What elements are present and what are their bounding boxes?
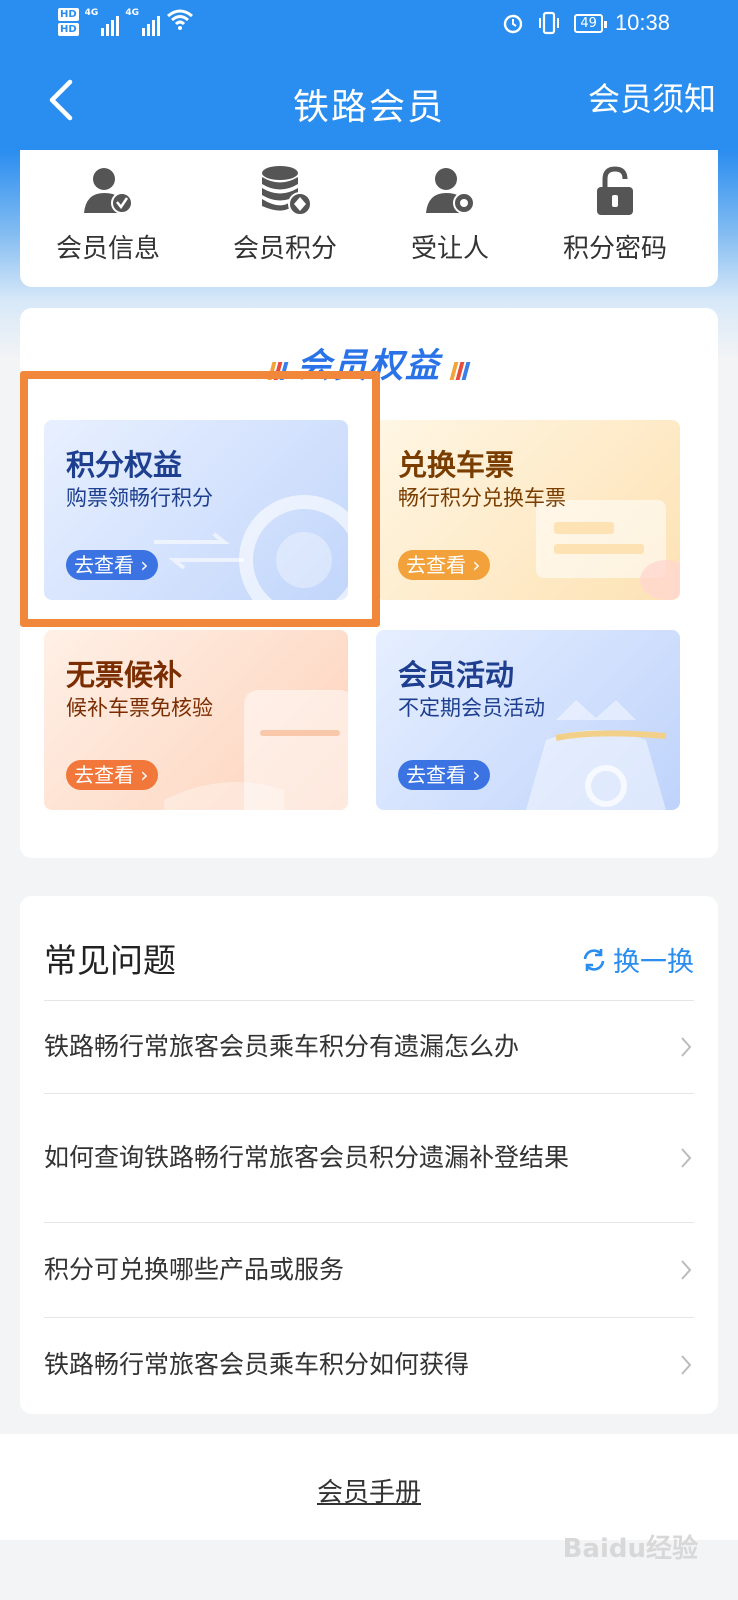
chevron-right-icon: › xyxy=(466,553,481,577)
quick-menu-assignee[interactable]: 受让人 xyxy=(370,160,530,265)
quick-menu-label: 会员信息 xyxy=(55,234,160,264)
tile-exchange-tickets[interactable]: 兑换车票 畅行积分兑换车票 去查看 › xyxy=(376,420,680,600)
quick-menu-label: 积分密码 xyxy=(562,234,667,264)
refresh-icon xyxy=(583,948,605,971)
view-button[interactable]: 去查看 › xyxy=(66,760,159,790)
member-notice-button[interactable]: 会员须知 xyxy=(588,74,716,120)
alarm-icon xyxy=(504,14,523,34)
faq-item[interactable]: 如何查询铁路畅行常旅客会员积分遗漏补登结果 xyxy=(44,1093,694,1222)
tile-waitlist[interactable]: 无票候补 候补车票免核验 去查看 › xyxy=(44,630,348,810)
quick-menu-member-info[interactable]: 会员信息 xyxy=(28,160,188,265)
quick-menu-member-points[interactable]: 会员积分 xyxy=(205,160,365,265)
view-button[interactable]: 去查看 › xyxy=(398,760,491,790)
faq-item[interactable]: 铁路畅行常旅客会员乘车积分有遗漏怎么办 xyxy=(44,1000,694,1093)
status-time: 10:38 xyxy=(614,10,670,35)
faq-item[interactable]: 积分可兑换哪些产品或服务 xyxy=(44,1222,694,1317)
watermark: Baidu经验 xyxy=(562,1534,698,1564)
tile-title: 无票候补 xyxy=(66,658,183,692)
tile-subtitle: 畅行积分兑换车票 xyxy=(398,486,566,510)
chevron-right-icon: › xyxy=(466,763,481,787)
assignee-icon xyxy=(426,168,475,214)
faq-item[interactable]: 铁路畅行常旅客会员乘车积分如何获得 xyxy=(44,1317,694,1412)
faq-list: 铁路畅行常旅客会员乘车积分有遗漏怎么办 如何查询铁路畅行常旅客会员积分遗漏补登结… xyxy=(44,1000,694,1412)
chevron-right-icon xyxy=(681,1355,692,1375)
nav-bar: 铁路会员 会员须知 xyxy=(0,56,738,150)
view-button[interactable]: 去查看 › xyxy=(398,550,491,580)
tile-member-activities[interactable]: 会员活动 不定期会员活动 去查看 › xyxy=(376,630,680,810)
battery-icon: 49 xyxy=(574,13,607,33)
stripes-decoration-icon xyxy=(449,361,471,384)
tile-subtitle: 候补车票免核验 xyxy=(66,696,213,720)
chevron-right-icon xyxy=(681,1037,692,1057)
chevron-right-icon xyxy=(681,1260,692,1280)
quick-menu-label: 会员积分 xyxy=(232,234,337,264)
signal-icon: 4G xyxy=(85,8,120,36)
hd-badge: HD xyxy=(58,8,79,21)
faq-title: 常见问题 xyxy=(44,941,176,980)
lock-icon xyxy=(597,166,633,215)
status-bar: HD HD 4G 4G 49 10:38 xyxy=(0,0,738,56)
footer: 会员手册 xyxy=(0,1434,738,1540)
vibrate-icon xyxy=(539,11,560,35)
quick-menu-label: 受让人 xyxy=(410,234,489,264)
faq-card: 常见问题 换一换 铁路畅行常旅客会员乘车积分有遗漏怎么办 如何查询铁路畅行常旅客… xyxy=(20,896,718,1414)
wifi-icon xyxy=(167,9,193,30)
quick-menu-card: 会员信息 会员积分 受让人 积分密码 xyxy=(20,150,718,287)
faq-question: 如何查询铁路畅行常旅客会员积分遗漏补登结果 xyxy=(44,1143,570,1172)
faq-question: 铁路畅行常旅客会员乘车积分如何获得 xyxy=(44,1350,470,1379)
signal-icon: 4G xyxy=(125,8,160,36)
member-manual-link[interactable]: 会员手册 xyxy=(0,1472,738,1509)
faq-question: 铁路畅行常旅客会员乘车积分有遗漏怎么办 xyxy=(44,1032,520,1061)
highlight-box xyxy=(20,371,380,627)
refresh-button[interactable]: 换一换 xyxy=(581,940,694,979)
tile-subtitle: 不定期会员活动 xyxy=(398,696,545,720)
hd-badge: HD xyxy=(58,23,79,36)
faq-question: 积分可兑换哪些产品或服务 xyxy=(44,1255,345,1284)
tile-title: 兑换车票 xyxy=(398,448,515,482)
chevron-right-icon: › xyxy=(134,763,149,787)
chevron-right-icon xyxy=(681,1148,692,1168)
quick-menu-points-password[interactable]: 积分密码 xyxy=(535,160,695,265)
member-info-icon xyxy=(84,168,133,214)
points-database-icon xyxy=(262,166,312,216)
tile-title: 会员活动 xyxy=(398,658,515,692)
